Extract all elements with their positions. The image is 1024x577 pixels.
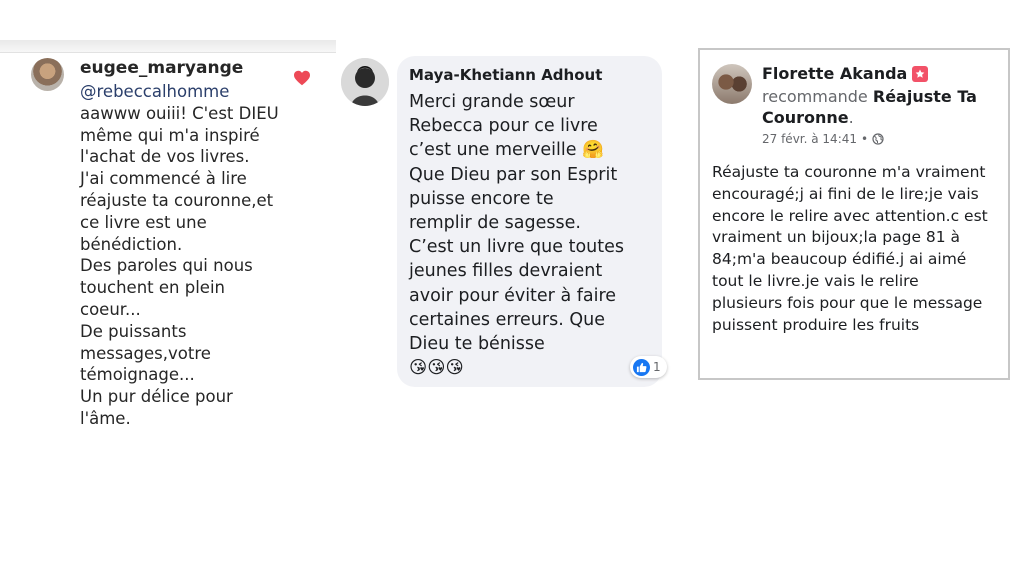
like-icon (633, 358, 650, 376)
thumbs-up-icon (636, 362, 647, 372)
globe-icon (872, 133, 884, 145)
mention-link[interactable]: @rebeccalhomme (80, 81, 295, 103)
instagram-comment-panel: eugee_maryange @rebeccalhomme aawww ouii… (0, 0, 336, 577)
recommendation-text: Réajuste ta couronne m'a vraiment encour… (712, 163, 988, 334)
comment-body: @rebeccalhomme aawww ouiii! C'est DIEU m… (80, 81, 295, 430)
commenter-username[interactable]: eugee_maryange (80, 58, 243, 78)
meta-separator: • (861, 132, 869, 146)
instagram-top-bar (0, 40, 336, 53)
post-meta: 27 févr. à 14:41 • (762, 132, 884, 146)
recommendation-headline: recommande Réajuste Ta Couronne. (762, 86, 1002, 128)
recommendation-badge-icon (912, 65, 929, 82)
recommender-name[interactable]: Florette Akanda (762, 64, 907, 83)
commenter-avatar[interactable] (341, 58, 389, 106)
recommender-avatar[interactable] (712, 64, 752, 104)
post-date[interactable]: 27 févr. à 14:41 (762, 132, 857, 146)
comment-bubble: Maya-Khetiann Adhout Merci grande sœur R… (397, 56, 662, 387)
recommender-name-row: Florette Akanda (762, 64, 929, 83)
reaction-count-badge[interactable]: 1 (630, 356, 667, 378)
heart-icon[interactable] (293, 70, 311, 86)
comment-text: Merci grande sœur Rebecca pour ce livre … (409, 92, 624, 379)
recommend-verb: recommande (762, 87, 868, 106)
reaction-count: 1 (653, 360, 661, 374)
comment-text: aawww ouiii! C'est DIEU même qui m'a ins… (80, 103, 279, 428)
star-icon (915, 69, 925, 78)
commenter-name[interactable]: Maya-Khetiann Adhout (409, 66, 602, 84)
avatar-photo (341, 58, 389, 106)
commenter-avatar[interactable] (31, 58, 64, 91)
headline-period: . (848, 108, 854, 127)
recommendation-card: Florette Akanda recommande Réajuste Ta C… (698, 48, 1010, 380)
